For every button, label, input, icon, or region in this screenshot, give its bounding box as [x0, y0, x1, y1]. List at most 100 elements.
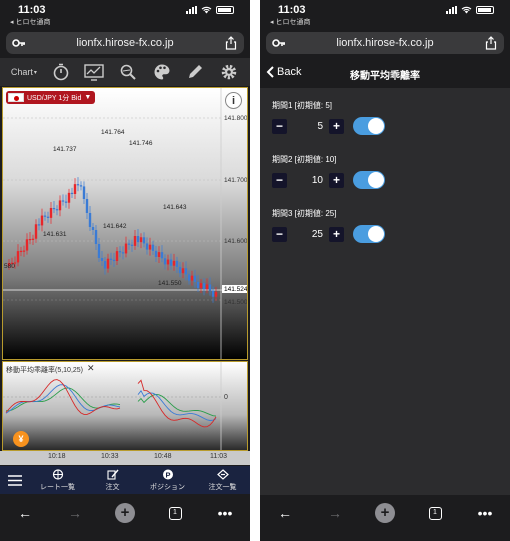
- candle-body: [109, 258, 113, 260]
- increment-button[interactable]: +: [329, 226, 344, 242]
- candle-body: [127, 243, 131, 245]
- position-p-icon: P: [162, 469, 173, 479]
- zoom-tool-icon[interactable]: [114, 60, 142, 84]
- svg-text:P: P: [165, 470, 170, 479]
- candle-body: [130, 244, 134, 246]
- candle-body: [67, 192, 71, 203]
- period-settings: 期間1 [初期値: 5] − 5 + 期間2 [初期値: 10] − 10 + …: [260, 88, 510, 495]
- zero-label: 0: [224, 394, 228, 401]
- candle-body: [61, 200, 65, 202]
- candle-body: [73, 184, 77, 194]
- forward-arrow-icon[interactable]: →: [63, 503, 87, 523]
- candle-body: [169, 259, 173, 266]
- new-tab-button[interactable]: +: [113, 503, 137, 523]
- candle-body: [76, 184, 80, 186]
- candle-body: [181, 268, 185, 274]
- candle-body: [139, 237, 143, 243]
- candle-body: [208, 284, 212, 291]
- candle-body: [202, 283, 206, 290]
- tabs-button[interactable]: 1: [163, 503, 187, 523]
- back-to-app-link[interactable]: ◂ ヒロセ通商: [270, 17, 310, 27]
- period-toggle[interactable]: [353, 171, 385, 189]
- chart-type-label: Chart: [10, 67, 33, 77]
- more-icon[interactable]: •••: [213, 503, 237, 523]
- candlestick-chart[interactable]: 141.800 141.700 141.600 141.524 141.500 141.7…: [2, 87, 248, 360]
- period-value-input[interactable]: 25: [291, 227, 325, 242]
- yen-order-button[interactable]: ¥: [13, 431, 29, 447]
- nav-order-list[interactable]: 注文一覧: [195, 468, 250, 492]
- chart-screen: 11:03 ◂ ヒロセ通商 lionfx.hirose-fx.co.jp Cha…: [0, 0, 250, 541]
- time-label: 10:33: [101, 453, 119, 460]
- decrement-button[interactable]: −: [272, 118, 287, 134]
- period-1-setting: 期間1 [初期値: 5] − 5 +: [272, 100, 385, 135]
- currency-pair-selector[interactable]: USD/JPY 1分 Bid ▼: [6, 91, 96, 104]
- palette-icon[interactable]: [148, 60, 176, 84]
- candle-body: [40, 215, 44, 226]
- candle-body: [34, 224, 38, 239]
- price-label: 141.500: [224, 299, 248, 306]
- candle-body: [142, 237, 146, 244]
- back-arrow-icon[interactable]: ←: [13, 503, 37, 523]
- share-icon[interactable]: [225, 36, 237, 50]
- period-toggle[interactable]: [353, 117, 385, 135]
- hamburger-menu-icon[interactable]: [0, 474, 30, 486]
- browser-toolbar: ← → + 1 •••: [260, 495, 510, 541]
- candle-body: [55, 209, 59, 211]
- candle-body: [106, 258, 110, 269]
- candle-body: [136, 236, 140, 243]
- tabs-button[interactable]: 1: [423, 503, 447, 523]
- indicator-plot: 0: [3, 362, 228, 450]
- candle-body: [145, 243, 149, 250]
- candle-body: [121, 252, 125, 254]
- nav-rate-list[interactable]: レート一覧: [30, 468, 85, 492]
- stopwatch-icon[interactable]: [47, 60, 75, 84]
- gear-icon[interactable]: [215, 60, 243, 84]
- plus-icon: +: [375, 503, 395, 523]
- dropdown-triangle-icon: ▼: [84, 94, 92, 101]
- candle-body: [160, 252, 164, 259]
- candle-body: [103, 261, 107, 269]
- period-value-input[interactable]: 10: [291, 173, 325, 188]
- candle-body: [172, 260, 176, 266]
- more-icon[interactable]: •••: [473, 503, 497, 523]
- pencil-icon[interactable]: [181, 60, 209, 84]
- globe-icon: [52, 468, 63, 480]
- period-toggle[interactable]: [353, 225, 385, 243]
- candle-body: [214, 291, 218, 297]
- candle-body: [31, 238, 35, 240]
- indicator-series-line: [5, 379, 217, 428]
- nav-position[interactable]: P ポジション: [140, 469, 195, 492]
- address-bar[interactable]: lionfx.hirose-fx.co.jp: [266, 32, 504, 54]
- indicator-series-line: [5, 384, 217, 421]
- candle-body: [58, 200, 62, 211]
- candlestick-chart-plot: 141.800 141.700 141.600 141.524 141.500 141.7…: [3, 88, 248, 359]
- candle-body: [199, 283, 203, 288]
- price-label: 141.700: [224, 177, 248, 184]
- chart-type-select[interactable]: Chart ▾: [7, 60, 41, 84]
- settings-screen: 11:03 ◂ ヒロセ通商 lionfx.hirose-fx.co.jp Bac…: [260, 0, 510, 541]
- increment-button[interactable]: +: [329, 118, 344, 134]
- close-icon[interactable]: ✕: [87, 364, 95, 375]
- candle-body: [97, 244, 101, 258]
- back-to-app-link[interactable]: ◂ ヒロセ通商: [10, 17, 50, 27]
- back-arrow-icon[interactable]: ←: [273, 503, 297, 523]
- candle-body: [184, 268, 188, 275]
- nav-order[interactable]: 注文: [85, 469, 140, 492]
- increment-button[interactable]: +: [329, 172, 344, 188]
- candle-body: [49, 208, 53, 218]
- monitor-chart-icon[interactable]: [80, 60, 108, 84]
- price-annotation: 141.550: [158, 280, 182, 287]
- forward-arrow-icon[interactable]: →: [323, 503, 347, 523]
- info-button[interactable]: i: [225, 92, 242, 109]
- period-value-input[interactable]: 5: [291, 119, 325, 134]
- decrement-button[interactable]: −: [272, 226, 287, 242]
- candle-body: [85, 199, 89, 213]
- new-tab-button[interactable]: +: [373, 503, 397, 523]
- decrement-button[interactable]: −: [272, 172, 287, 188]
- address-bar[interactable]: lionfx.hirose-fx.co.jp: [6, 32, 244, 54]
- share-icon[interactable]: [485, 36, 497, 50]
- indicator-chart[interactable]: 0 移動平均乖離率(5,10,25) ✕ ¥: [2, 361, 248, 451]
- indicator-series-line: [5, 387, 217, 417]
- candle-body: [196, 281, 200, 288]
- candle-body: [28, 239, 32, 241]
